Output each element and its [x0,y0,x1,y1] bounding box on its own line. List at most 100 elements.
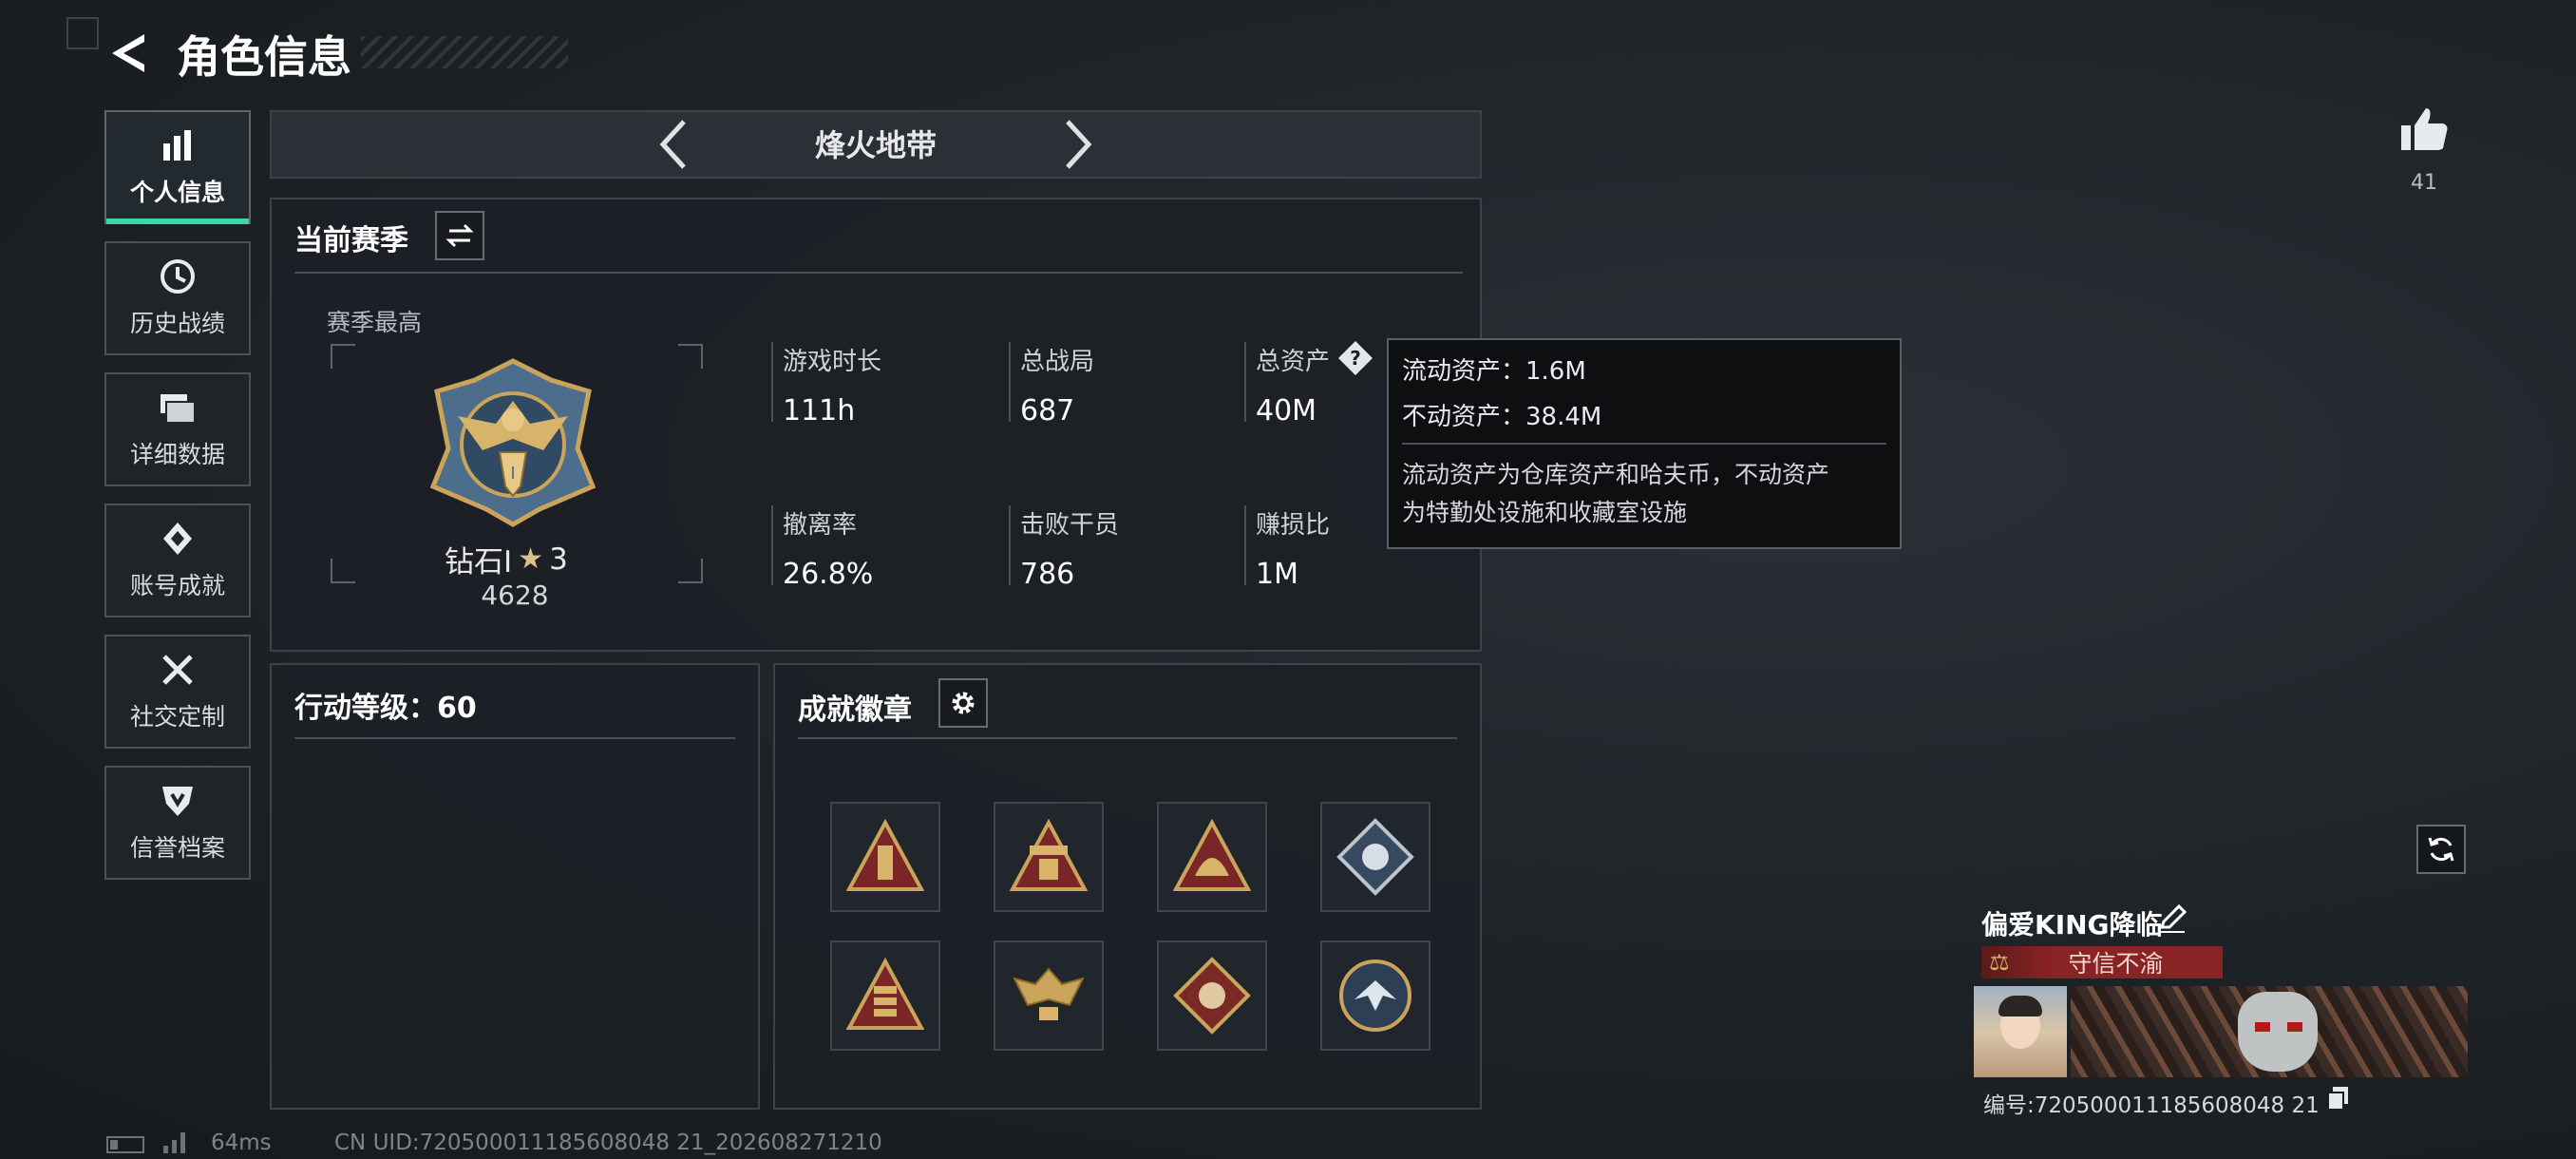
profile-banner [2071,986,2468,1077]
stat-label: 撤离率 [783,511,858,540]
sidebar-item-achievements[interactable]: 账号成就 [104,504,251,618]
signal-icon [161,1130,190,1153]
thumbs-up-icon [2401,108,2448,150]
stat-label: 击败干员 [1020,511,1120,540]
rank-stars: 3 [549,542,568,577]
folders-icon [159,389,197,427]
sidebar-item-label: 详细数据 [129,441,225,468]
rank-name-text: 钻石Ⅰ [445,545,513,580]
copy-icon [2327,1087,2348,1111]
page-title: 角色信息 [177,31,351,83]
copy-id-button[interactable] [2325,1085,2352,1112]
avatar[interactable] [1974,986,2067,1077]
stat-play-time: 游戏时长 111h [771,342,882,428]
pencil-icon [2159,903,2188,933]
tooltip-description-1: 流动资产为仓库资产和哈夫币，不动资产 [1402,461,1830,488]
tools-icon [159,651,197,689]
sidebar-item-label: 社交定制 [129,703,225,731]
rank-score: 4628 [481,580,549,611]
badge-settings-button[interactable] [938,678,988,728]
tooltip-fixed-assets: 不动资产：38.4M [1402,403,1602,431]
sidebar-item-label: 个人信息 [129,179,225,206]
stat-total-matches: 总战局 687 [1009,342,1095,428]
stat-label: 游戏时长 [783,348,882,376]
swap-icon [445,223,474,248]
triangle-badge-icon [845,957,925,1030]
stat-label: 赚损比 [1256,511,1331,540]
clock-icon [159,257,197,295]
diamond-badge-icon [1173,957,1251,1035]
gear-icon [952,692,975,714]
refresh-button[interactable] [2416,825,2466,874]
stat-value: 40M [1256,394,1317,428]
title-decoration [361,36,568,68]
mode-next-button[interactable] [1049,112,1106,177]
edit-name-button[interactable] [2156,902,2188,935]
sidebar-item-reputation[interactable]: 信誉档案 [104,766,251,880]
diamond-badge-icon [1336,818,1414,896]
profile-name: 偏爱KING降临 [1981,909,2163,940]
achievement-badge-3[interactable] [1157,802,1267,912]
chevron-right-icon [1066,120,1092,169]
uid-text: CN UID:720500011185608048 21_20260827121… [334,1130,882,1155]
divider [798,737,1457,739]
achievement-badge-8[interactable] [1320,940,1430,1051]
banner-mask [2238,992,2318,1072]
action-level-panel [270,663,760,1110]
achievement-badge-7[interactable] [1157,940,1267,1051]
sidebar-item-label: 历史战绩 [129,310,225,337]
stat-profit-loss-ratio: 赚损比 1M [1244,505,1331,591]
reputation-tag: ⚖ 守信不渝 [1981,946,2223,978]
frame-corner [678,559,703,583]
achievement-badge-5[interactable] [830,940,940,1051]
sidebar-item-details[interactable]: 详细数据 [104,372,251,486]
stat-value: 786 [1020,558,1075,591]
triangle-badge-icon [1172,818,1252,891]
help-icon[interactable]: ? [1337,340,1373,376]
achievement-badge-4[interactable] [1320,802,1430,912]
frame-corner [678,344,703,369]
triangle-badge-icon [1009,818,1089,891]
chevron-left-icon [659,120,686,169]
stat-total-assets: 总资产 40M [1244,342,1330,428]
frame-corner [331,559,355,583]
like-count: 41 [2411,171,2437,195]
back-button[interactable] [103,27,156,80]
sidebar-item-label: 账号成就 [129,572,225,599]
banner-eye [2287,1022,2302,1032]
switch-season-button[interactable] [435,211,484,260]
divider [294,272,1463,274]
stat-extraction-rate: 撤离率 26.8% [771,505,873,591]
achievement-badge-6[interactable] [994,940,1104,1051]
bar-chart-icon [159,126,197,164]
mode-prev-button[interactable] [646,112,703,177]
stat-operators-defeated: 击败干员 786 [1009,505,1120,591]
like-button[interactable] [2397,103,2451,156]
svg-text:?: ? [1350,347,1361,370]
triangle-badge-icon [845,818,925,891]
achievement-badge-1[interactable] [830,802,940,912]
stat-value: 111h [783,394,856,428]
banner-eye [2255,1022,2270,1032]
sidebar-item-history[interactable]: 历史战绩 [104,241,251,355]
reputation-tag-label: 守信不渝 [2068,950,2164,978]
sidebar-item-personal-info[interactable]: 个人信息 [104,110,251,224]
sidebar-item-social[interactable]: 社交定制 [104,635,251,749]
battery-level [110,1140,118,1150]
stat-value: 687 [1020,394,1075,428]
svg-text:I: I [510,464,515,484]
battery-icon [106,1136,144,1153]
mode-label: 烽火地带 [814,127,937,163]
corner-decoration [66,17,99,49]
stat-label: 总战局 [1020,348,1095,376]
back-arrow-icon [112,34,144,72]
scale-icon: ⚖ [1989,949,2010,976]
achievement-icon [159,520,197,558]
achievement-badge-2[interactable] [994,802,1104,912]
season-best-label: 赛季最高 [327,309,423,336]
frame-corner [331,344,355,369]
player-id: 编号:720500011185608048 21 [1983,1093,2320,1118]
season-title: 当前赛季 [294,224,408,257]
shield-icon [159,782,197,820]
rank-emblem: I [426,357,600,528]
